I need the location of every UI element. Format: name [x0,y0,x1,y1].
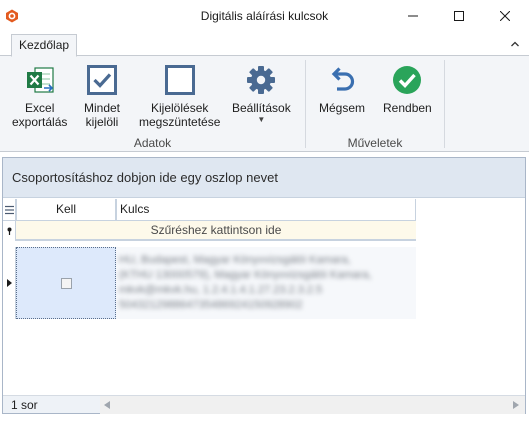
group-label-adatok: Adatok [133,136,172,150]
ribbon-tab-row: Kezdőlap [0,32,529,57]
ribbon-group-separator [305,60,306,148]
column-chooser-icon[interactable] [3,199,16,221]
excel-icon [24,64,56,96]
group-by-hint: Csoportosításhoz dobjon ide egy oszlop n… [12,170,278,185]
grid-footer: 1 sor [3,395,525,414]
tab-kezdolap[interactable]: Kezdőlap [11,34,78,57]
filter-icon[interactable] [3,221,16,241]
row-indicator-icon[interactable] [3,247,16,319]
group-label-muveletek: Műveletek [347,136,403,150]
select-all-button[interactable]: Mindet kijelöli [84,64,120,129]
kell-cell[interactable] [16,247,116,319]
ribbon-collapse-icon[interactable] [508,37,522,51]
kulcs-text-line: mkvk@mkvk.hu, 1.2.4.1.4.1.27.23.2.3.2.5 [119,284,323,296]
scrollbar-track[interactable] [117,399,502,411]
kulcs-text-line: (KTHU 13000579), Magyar Könyvvizsgálói K… [119,269,372,281]
clear-selection-label-1: Kijelölések [151,101,209,115]
ribbon-group-separator [444,60,445,148]
app-icon[interactable] [5,9,19,23]
checked-box-icon [86,64,118,96]
cancel-button[interactable]: Mégsem [319,64,365,115]
empty-box-icon [164,64,196,96]
clear-selection-label-2: megszüntetése [139,115,221,129]
kulcs-text-line: 504321298864735486924150928902 [119,299,303,311]
title-bar: Digitális aláírási kulcsok [0,0,529,32]
column-header-kulcs[interactable]: Kulcs [116,199,416,221]
settings-label: Beállítások [232,101,291,115]
minimize-button[interactable] [390,0,436,32]
close-button[interactable] [482,0,528,32]
group-by-panel[interactable]: Csoportosításhoz dobjon ide egy oszlop n… [3,158,525,198]
ribbon-panel: Excel exportálás Mindet kijelöli Kijelöl… [0,55,529,152]
horizontal-scrollbar[interactable] [100,396,525,414]
kell-checkbox[interactable] [60,277,72,289]
excel-export-button[interactable]: Excel exportálás [12,64,67,129]
row-count: 1 sor [11,398,38,412]
column-header-kell[interactable]: Kell [16,199,116,221]
dropdown-arrow-icon: ▼ [257,115,266,124]
kulcs-cell[interactable]: HU, Budapest, Magyar Könyvvizsgálói Kama… [116,247,416,319]
cancel-label: Mégsem [319,101,366,115]
select-all-label-1: Mindet [84,101,121,115]
scroll-right-icon[interactable] [511,400,521,410]
ok-button[interactable]: Rendben [383,64,432,115]
settings-button[interactable]: Beállítások ▼ [232,64,291,125]
ok-checkmark-icon [391,64,423,96]
kulcs-text-line: HU, Budapest, Magyar Könyvvizsgálói Kama… [119,254,351,266]
excel-export-label-2: exportálás [12,115,68,129]
undo-icon [326,64,358,96]
excel-export-label-1: Excel [25,101,55,115]
ok-label: Rendben [383,101,432,115]
filter-row[interactable]: Szűréshez kattintson ide [16,221,416,241]
scroll-left-icon[interactable] [102,400,112,410]
keys-grid: Csoportosításhoz dobjon ide egy oszlop n… [2,157,526,414]
clear-selection-button[interactable]: Kijelölések megszüntetése [139,64,220,129]
window-bottom-edge [0,416,529,436]
select-all-label-2: kijelöli [85,115,119,129]
gear-icon [245,64,277,96]
maximize-button[interactable] [436,0,482,32]
